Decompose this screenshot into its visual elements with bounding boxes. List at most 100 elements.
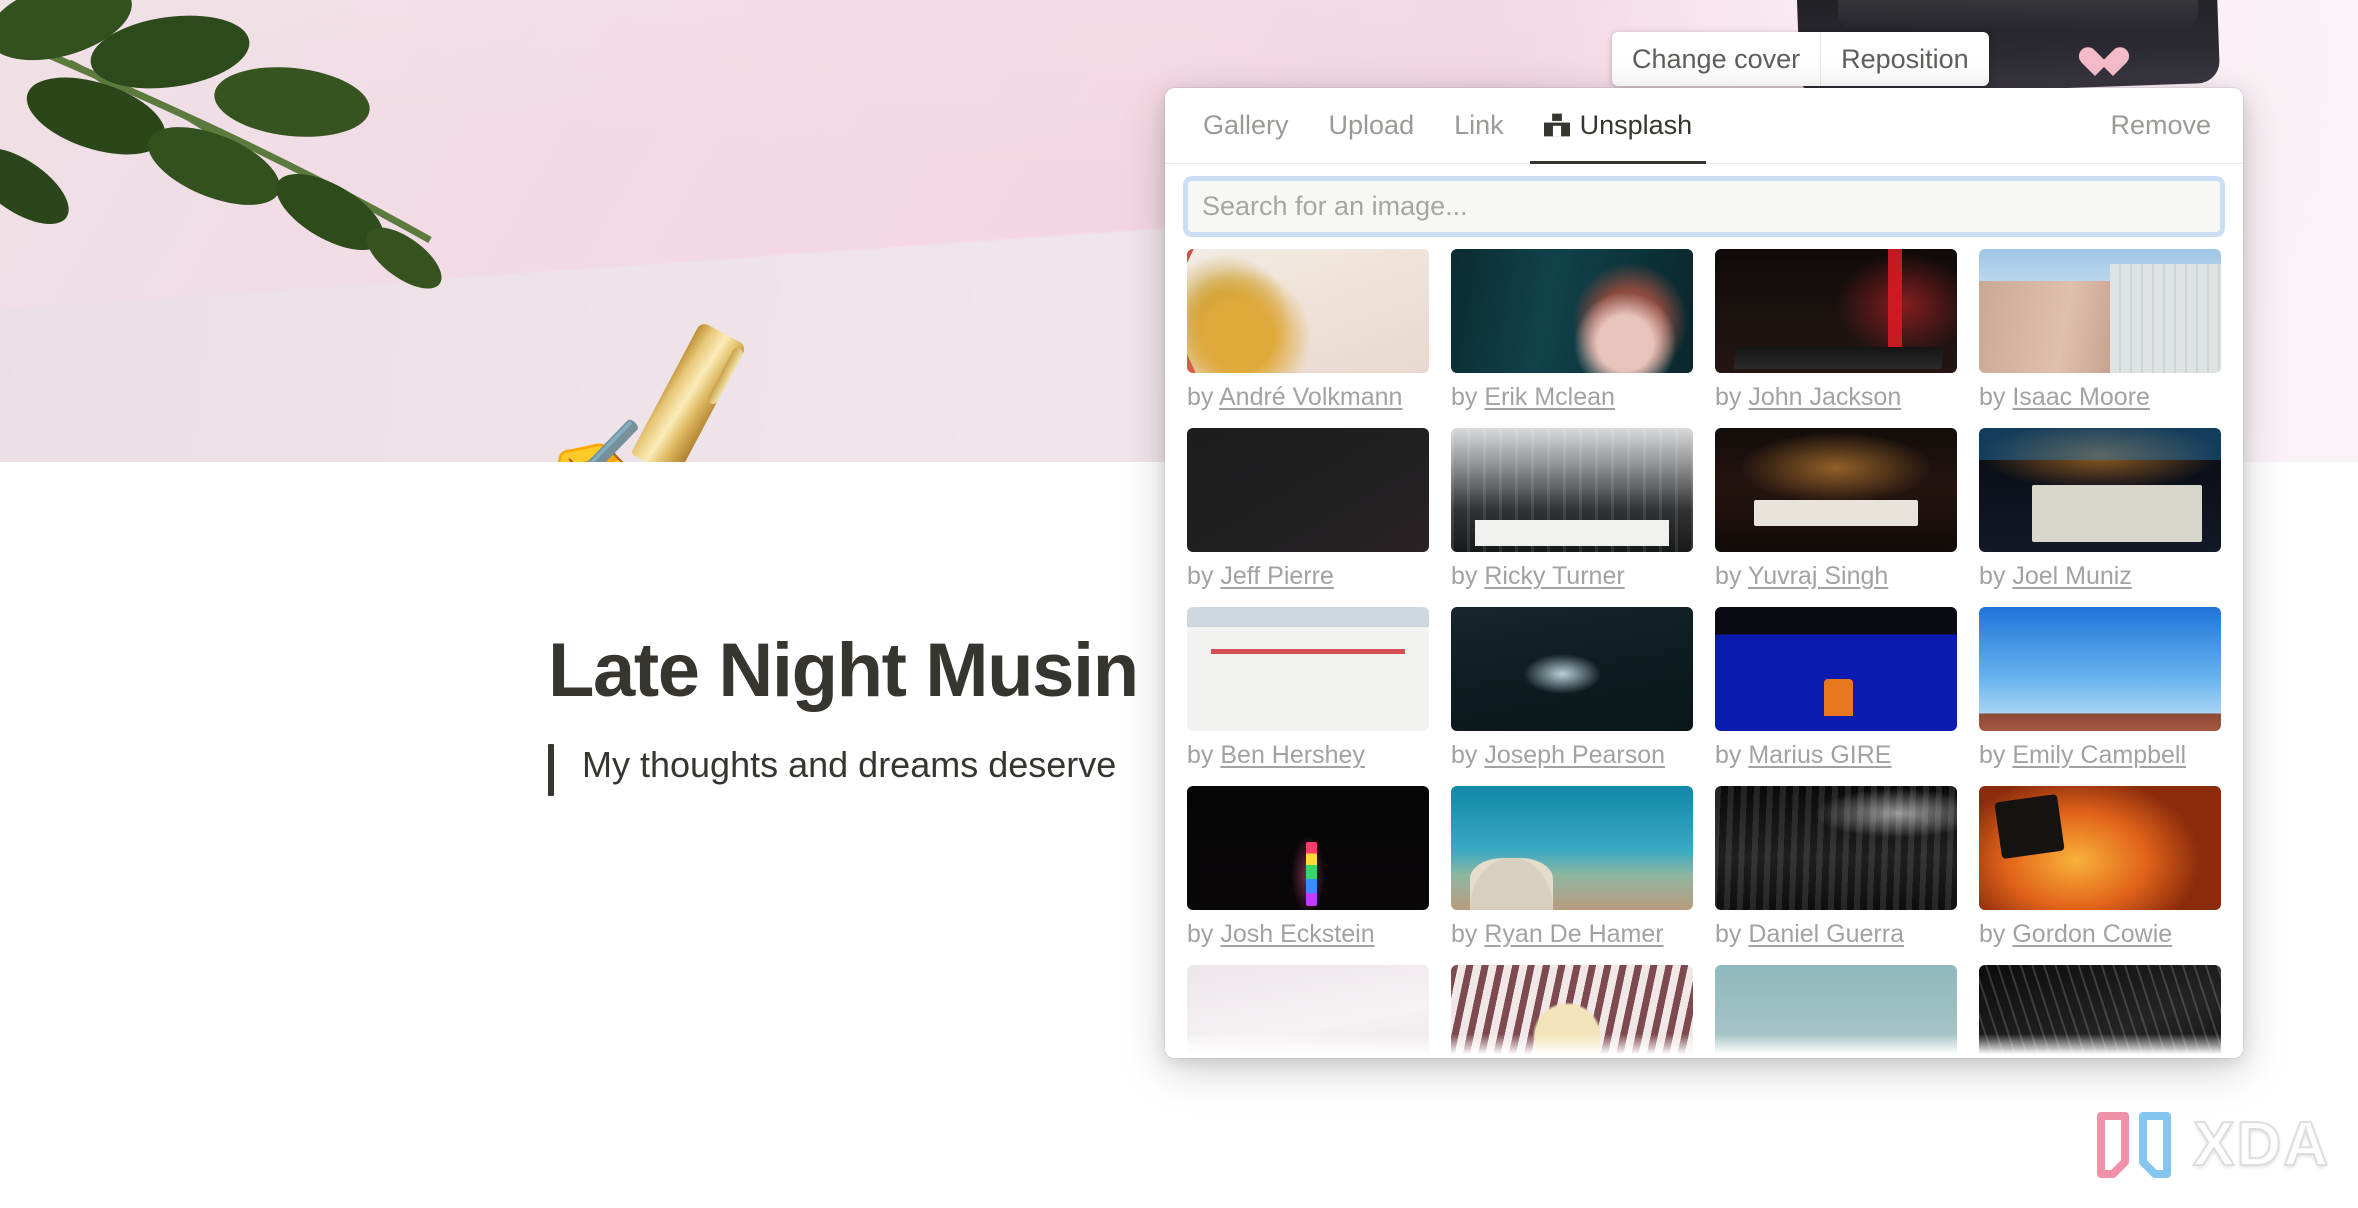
result-thumbnail[interactable] — [1451, 965, 1693, 1058]
quote-bar — [548, 744, 554, 796]
result-author-link[interactable]: Isaac Moore — [2012, 383, 2150, 411]
result-thumbnail[interactable] — [1979, 249, 2221, 373]
reposition-button[interactable]: Reposition — [1820, 32, 1989, 86]
result-author-link[interactable]: Gordon Cowie — [2012, 920, 2172, 948]
credit-prefix: by — [1187, 562, 1221, 590]
tab-link[interactable]: Link — [1440, 89, 1518, 164]
header-spacer — [1718, 88, 2102, 163]
result-author-link[interactable]: Yuvraj Singh — [1748, 562, 1888, 590]
credit-prefix: by — [1451, 741, 1485, 769]
result-thumbnail[interactable] — [1187, 607, 1429, 731]
search-input[interactable] — [1187, 180, 2221, 233]
result-credit: by Joel Muniz — [1979, 561, 2221, 591]
result-thumbnail[interactable] — [1187, 249, 1429, 373]
credit-prefix: by — [1451, 383, 1485, 411]
credit-prefix: by — [1451, 920, 1485, 948]
result-thumbnail[interactable] — [1187, 965, 1429, 1058]
tab-link-label: Link — [1454, 109, 1504, 140]
change-cover-button[interactable]: Change cover — [1612, 32, 1820, 86]
picker-header: Gallery Upload Link Unsplash Remove — [1165, 88, 2243, 164]
credit-prefix: by — [1979, 920, 2013, 948]
result-credit: by Jeff Pierre — [1187, 561, 1429, 591]
xda-logo-icon — [2097, 1111, 2172, 1178]
result-item: by Joseph Pearson — [1451, 607, 1693, 786]
credit-prefix: by — [1979, 741, 2013, 769]
result-thumbnail[interactable] — [1979, 607, 2221, 731]
result-thumbnail[interactable] — [1715, 428, 1957, 552]
tab-upload[interactable]: Upload — [1315, 89, 1429, 164]
credit-prefix: by — [1187, 741, 1221, 769]
result-author-link[interactable]: Ricky Turner — [1484, 562, 1624, 590]
app-root: ✍ Change cover Reposition Late Night Mus… — [0, 0, 2358, 1208]
result-author-link[interactable]: Ben Hershey — [1220, 741, 1365, 769]
result-thumbnail[interactable] — [1979, 786, 2221, 910]
result-thumbnail[interactable] — [1979, 428, 2221, 552]
tab-gallery[interactable]: Gallery — [1189, 89, 1303, 164]
result-item: by John Jackson — [1715, 249, 1957, 428]
results-scroll-area[interactable]: by André Volkmann by Erik Mclean by John… — [1165, 243, 2243, 1058]
result-item: by Erik Mclean — [1451, 249, 1693, 428]
remove-cover-button[interactable]: Remove — [2102, 88, 2219, 163]
credit-prefix: by — [1715, 383, 1749, 411]
result-thumbnail[interactable] — [1451, 428, 1693, 552]
credit-prefix: by — [1715, 741, 1749, 769]
result-author-link[interactable]: André Volkmann — [1219, 383, 1402, 411]
credit-prefix: by — [1715, 920, 1749, 948]
result-author-link[interactable]: Josh Eckstein — [1220, 920, 1374, 948]
result-credit: by Ben Hershey — [1187, 740, 1429, 770]
result-thumbnail[interactable] — [1715, 786, 1957, 910]
result-credit: by Joseph Pearson — [1451, 740, 1693, 770]
result-credit: by Yuvraj Singh — [1715, 561, 1957, 591]
credit-prefix: by — [1979, 562, 2013, 590]
result-item: by Josh Eckstein — [1187, 786, 1429, 965]
result-thumbnail[interactable] — [1715, 965, 1957, 1058]
heart-sticker-icon — [2087, 48, 2121, 78]
tab-upload-label: Upload — [1328, 109, 1415, 140]
result-thumbnail[interactable] — [1715, 607, 1957, 731]
result-item: by Isaac Moore — [1979, 249, 2221, 428]
xda-watermark: XDA — [2091, 1109, 2330, 1180]
page-subtitle[interactable]: My thoughts and dreams deserve — [582, 744, 1116, 786]
result-credit: by Marius GIRE — [1715, 740, 1957, 770]
result-thumbnail[interactable] — [1187, 786, 1429, 910]
tab-unsplash[interactable]: Unsplash — [1529, 89, 1707, 164]
result-author-link[interactable]: Erik Mclean — [1484, 383, 1615, 411]
result-item — [1979, 965, 2221, 1058]
result-author-link[interactable]: John Jackson — [1748, 383, 1901, 411]
result-item: by Ryan De Hamer — [1451, 786, 1693, 965]
result-item — [1187, 965, 1429, 1058]
result-credit: by Ricky Turner — [1451, 561, 1693, 591]
result-author-link[interactable]: Jeff Pierre — [1220, 562, 1333, 590]
tab-gallery-label: Gallery — [1203, 109, 1289, 140]
writing-hand-emoji-icon: ✍ — [538, 406, 671, 462]
result-thumbnail[interactable] — [1979, 965, 2221, 1058]
result-thumbnail[interactable] — [1187, 428, 1429, 552]
credit-prefix: by — [1187, 383, 1219, 411]
result-item — [1715, 965, 1957, 1058]
result-thumbnail[interactable] — [1451, 607, 1693, 731]
result-item: by Yuvraj Singh — [1715, 428, 1957, 607]
credit-prefix: by — [1979, 383, 2013, 411]
result-author-link[interactable]: Daniel Guerra — [1748, 920, 1904, 948]
result-credit: by Isaac Moore — [1979, 382, 2221, 412]
result-thumbnail[interactable] — [1715, 249, 1957, 373]
result-credit: by Ryan De Hamer — [1451, 919, 1693, 949]
eucalyptus-branch-graphic — [0, 0, 442, 289]
result-author-link[interactable]: Joseph Pearson — [1484, 741, 1665, 769]
result-credit: by Josh Eckstein — [1187, 919, 1429, 949]
result-author-link[interactable]: Joel Muniz — [2012, 562, 2132, 590]
result-credit: by Emily Campbell — [1979, 740, 2221, 770]
result-item: by Joel Muniz — [1979, 428, 2221, 607]
result-thumbnail[interactable] — [1451, 786, 1693, 910]
laptop-shine — [1838, 0, 2198, 30]
tab-unsplash-label: Unsplash — [1579, 109, 1693, 140]
credit-prefix: by — [1715, 562, 1748, 590]
result-item: by Emily Campbell — [1979, 607, 2221, 786]
result-thumbnail[interactable] — [1451, 249, 1693, 373]
result-item: by Jeff Pierre — [1187, 428, 1429, 607]
result-author-link[interactable]: Ryan De Hamer — [1484, 920, 1663, 948]
result-author-link[interactable]: Emily Campbell — [2012, 741, 2186, 769]
result-item: by Gordon Cowie — [1979, 786, 2221, 965]
page-title[interactable]: Late Night Musin — [548, 627, 1139, 714]
result-author-link[interactable]: Marius GIRE — [1748, 741, 1891, 769]
